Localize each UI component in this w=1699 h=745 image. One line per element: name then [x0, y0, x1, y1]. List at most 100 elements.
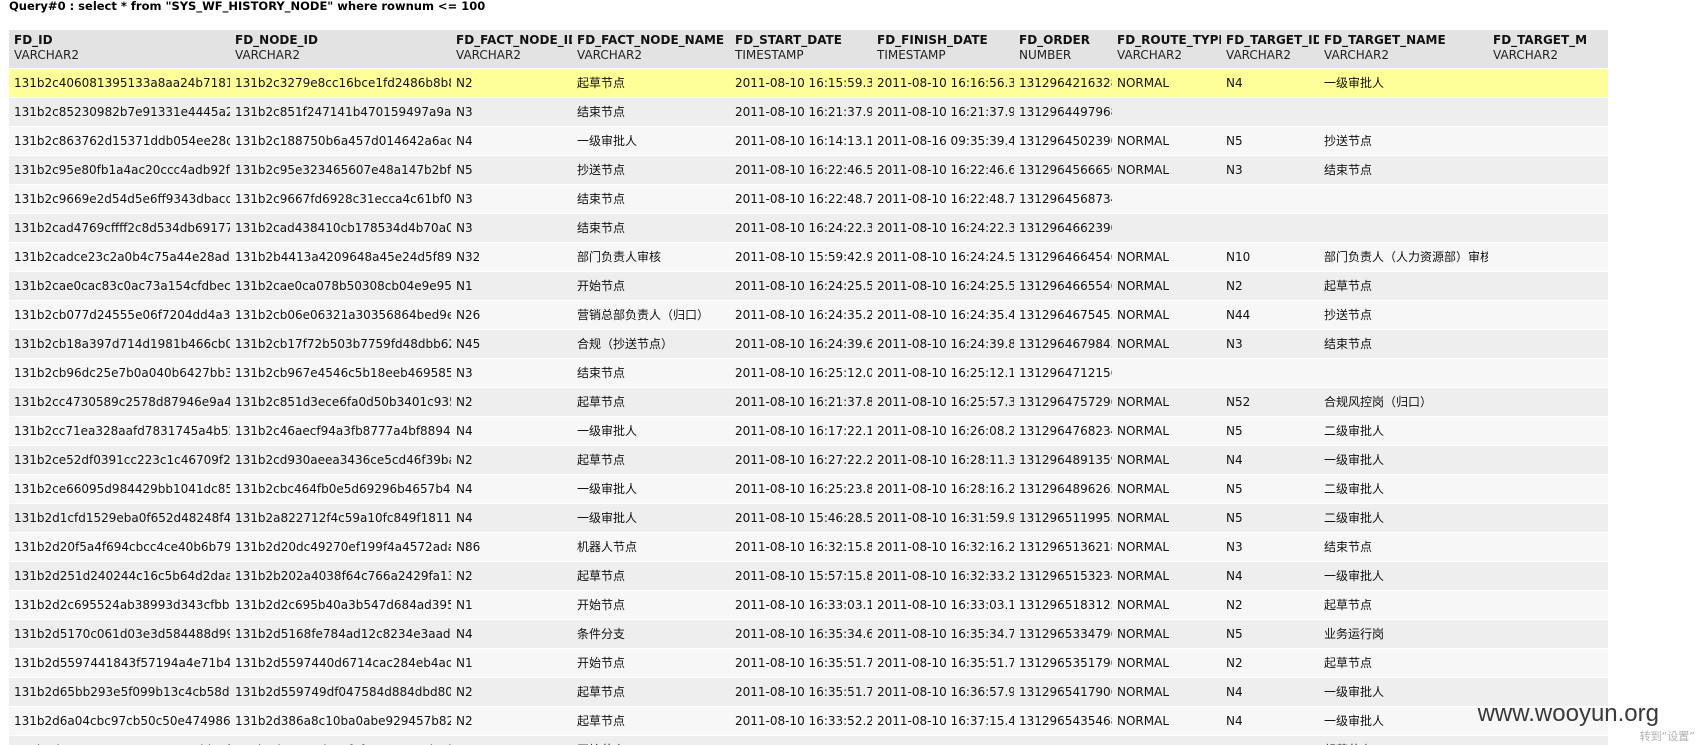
- table-cell[interactable]: 131b2d2c695524ab38993d343cfbb2cc: [9, 590, 230, 620]
- table-cell[interactable]: [1221, 358, 1319, 388]
- table-cell[interactable]: 2011-08-10 16:33:52.296: [730, 706, 872, 736]
- table-cell[interactable]: 2011-08-10 16:22:48.703: [730, 184, 872, 214]
- table-cell[interactable]: 起草节点: [1319, 735, 1488, 745]
- table-cell[interactable]: 131b2d716387c94e84504454dd8afac7: [9, 735, 230, 745]
- table-cell[interactable]: [1488, 735, 1608, 745]
- table-cell[interactable]: N3: [451, 358, 572, 388]
- table-cell[interactable]: 2011-08-10 16:25:12.062: [730, 358, 872, 388]
- table-cell[interactable]: 131b2d65bb293e5f099b13c4cb58d5fe: [9, 677, 230, 707]
- table-row[interactable]: 131b2d6a04cbc97cb50c50e4749860e3 131b2d38…: [9, 706, 1608, 736]
- column-header[interactable]: FD_START_DATE TIMESTAMP: [730, 30, 872, 69]
- table-cell[interactable]: 2011-08-10 16:35:51.796: [872, 648, 1014, 678]
- column-header[interactable]: FD_NODE_ID VARCHAR2: [230, 30, 451, 69]
- column-header[interactable]: FD_ORDER NUMBER: [1014, 30, 1112, 69]
- table-cell[interactable]: N1: [451, 735, 572, 745]
- table-cell[interactable]: 131b2cad438410cb178534d4b70a0732: [230, 213, 451, 243]
- table-cell[interactable]: 2011-08-10 16:21:37.968: [872, 97, 1014, 127]
- table-cell[interactable]: N10: [1221, 242, 1319, 272]
- table-cell[interactable]: 起草节点: [572, 445, 730, 475]
- results-grid[interactable]: FD_ID VARCHAR2 FD_NODE_ID VARCHAR2 FD_FACT_N…: [9, 30, 1699, 745]
- table-cell[interactable]: 2011-08-10 16:22:46.578: [730, 155, 872, 185]
- table-cell[interactable]: 1312965465656: [1014, 735, 1112, 745]
- table-cell[interactable]: 131b2cbc464fb0e5d69296b4657b4b8a: [230, 474, 451, 504]
- table-cell[interactable]: N5: [451, 155, 572, 185]
- table-cell[interactable]: N3: [451, 184, 572, 214]
- table-cell[interactable]: 131b2c863762d15371ddb054ee28db91: [9, 126, 230, 156]
- table-cell[interactable]: 二级审批人: [1319, 503, 1488, 533]
- table-cell[interactable]: 开始节点: [572, 648, 730, 678]
- table-cell[interactable]: N44: [1221, 300, 1319, 330]
- table-cell[interactable]: N2: [1221, 271, 1319, 301]
- table-cell[interactable]: [1488, 213, 1608, 243]
- table-row[interactable]: 131b2d5170c061d03e3d584488d99203131b2d51…: [9, 619, 1608, 649]
- table-cell[interactable]: N4: [1221, 561, 1319, 591]
- table-cell[interactable]: NORMAL: [1112, 416, 1221, 446]
- table-row[interactable]: 131b2ce66095d984429bb1041dc85aae131b2cbc…: [9, 474, 1608, 504]
- table-row[interactable]: 131b2c863762d15371ddb054ee28db91131b2c18…: [9, 126, 1608, 156]
- table-cell[interactable]: N3: [1221, 532, 1319, 562]
- table-cell[interactable]: 结束节点: [572, 213, 730, 243]
- table-cell[interactable]: 2011-08-10 16:24:24.546: [872, 242, 1014, 272]
- table-cell[interactable]: N26: [451, 300, 572, 330]
- table-cell[interactable]: N52: [1221, 387, 1319, 417]
- table-cell[interactable]: NORMAL: [1112, 271, 1221, 301]
- table-cell[interactable]: 1312964768234: [1014, 416, 1112, 446]
- table-cell[interactable]: 一级审批人: [1319, 706, 1488, 736]
- table-cell[interactable]: 2011-08-10 16:32:15.812: [730, 532, 872, 562]
- table-cell[interactable]: 1312964568734: [1014, 184, 1112, 214]
- table-cell[interactable]: [1112, 97, 1221, 127]
- table-cell[interactable]: 机器人节点: [572, 532, 730, 562]
- table-row[interactable]: 131b2cb96dc25e7b0a040b6427bb3b78131b2cb9…: [9, 358, 1608, 388]
- table-cell[interactable]: 131b2ce52df0391cc223c1c46709f2fa: [9, 445, 230, 475]
- table-cell[interactable]: N5: [1221, 416, 1319, 446]
- table-cell[interactable]: 131b2cc71ea328aafd7831745a4b5262: [9, 416, 230, 446]
- table-cell[interactable]: 合规风控岗（归口）: [1319, 387, 1488, 417]
- table-cell[interactable]: 131b2c9667fd6928c31ecca4c61bf045: [230, 184, 451, 214]
- table-cell[interactable]: 1312964662390: [1014, 213, 1112, 243]
- table-cell[interactable]: NORMAL: [1112, 242, 1221, 272]
- table-cell[interactable]: 2011-08-10 16:24:25.546: [872, 271, 1014, 301]
- table-cell[interactable]: 1312965136218: [1014, 532, 1112, 562]
- table-cell[interactable]: 131b2cb17f72b503b7759fd48dbb62f6: [230, 329, 451, 359]
- table-cell[interactable]: 2011-08-10 16:24:39.843: [872, 329, 1014, 359]
- table-cell[interactable]: 2011-08-10 16:37:45.656: [872, 735, 1014, 745]
- table-cell[interactable]: 2011-08-10 16:14:13.109: [730, 126, 872, 156]
- table-cell[interactable]: 131b2d20dc49270ef199f4a4572adafd: [230, 532, 451, 562]
- column-header[interactable]: FD_FACT_NODE_ID VARCHAR2: [451, 30, 572, 69]
- table-cell[interactable]: N4: [451, 474, 572, 504]
- table-cell[interactable]: 2011-08-10 16:35:51.796: [730, 677, 872, 707]
- table-cell[interactable]: NORMAL: [1112, 329, 1221, 359]
- table-row[interactable]: 131b2cc71ea328aafd7831745a4b5262 131b2c46…: [9, 416, 1608, 446]
- table-cell[interactable]: 结束节点: [572, 97, 730, 127]
- table-cell[interactable]: 营销总部负责人（归口）: [572, 300, 730, 330]
- table-cell[interactable]: 131b2cae0ca078b50308cb04e9e95935: [230, 271, 451, 301]
- table-cell[interactable]: 131b2cb96dc25e7b0a040b6427bb3b78: [9, 358, 230, 388]
- table-cell[interactable]: 结束节点: [1319, 532, 1488, 562]
- table-cell[interactable]: 起草节点: [1319, 648, 1488, 678]
- table-cell[interactable]: 2011-08-10 16:24:39.671: [730, 329, 872, 359]
- table-cell[interactable]: 1312964675453: [1014, 300, 1112, 330]
- table-cell[interactable]: NORMAL: [1112, 619, 1221, 649]
- table-cell[interactable]: 一级审批人: [572, 126, 730, 156]
- table-cell[interactable]: 一级审批人: [572, 416, 730, 446]
- table-cell[interactable]: [1488, 68, 1608, 98]
- table-row[interactable]: 131b2d65bb293e5f099b13c4cb58d5fe 131b2d55…: [9, 677, 1608, 707]
- table-cell[interactable]: 开始节点: [572, 590, 730, 620]
- table-cell[interactable]: 131b2cae0cac83c0ac73a154cfdbecc5: [9, 271, 230, 301]
- table-cell[interactable]: 2011-08-10 16:24:35.453: [872, 300, 1014, 330]
- table-cell[interactable]: 2011-08-10 15:57:15.812: [730, 561, 872, 591]
- table-cell[interactable]: 2011-08-10 16:32:16.218: [872, 532, 1014, 562]
- table-cell[interactable]: 2011-08-10 16:17:22.156: [730, 416, 872, 446]
- table-cell[interactable]: 131b2cd930aeea3436ce5cd46f39bac0: [230, 445, 451, 475]
- table-cell[interactable]: 结束节点: [572, 358, 730, 388]
- table-cell[interactable]: 131b2d5597440d6714cac284eb4ad240: [230, 648, 451, 678]
- table-cell[interactable]: N4: [1221, 677, 1319, 707]
- table-cell[interactable]: N2: [1221, 735, 1319, 745]
- table-cell[interactable]: 2011-08-16 09:35:39.484: [872, 126, 1014, 156]
- table-cell[interactable]: N2: [451, 387, 572, 417]
- table-row[interactable]: 131b2d1cfd1529eba0f652d48248f46a 131b2a82…: [9, 503, 1608, 533]
- table-cell[interactable]: 2011-08-10 16:36:57.921: [872, 677, 1014, 707]
- table-cell[interactable]: 2011-08-10 16:16:56.343: [872, 68, 1014, 98]
- table-cell[interactable]: N5: [1221, 474, 1319, 504]
- column-header[interactable]: FD_ID VARCHAR2: [9, 30, 230, 69]
